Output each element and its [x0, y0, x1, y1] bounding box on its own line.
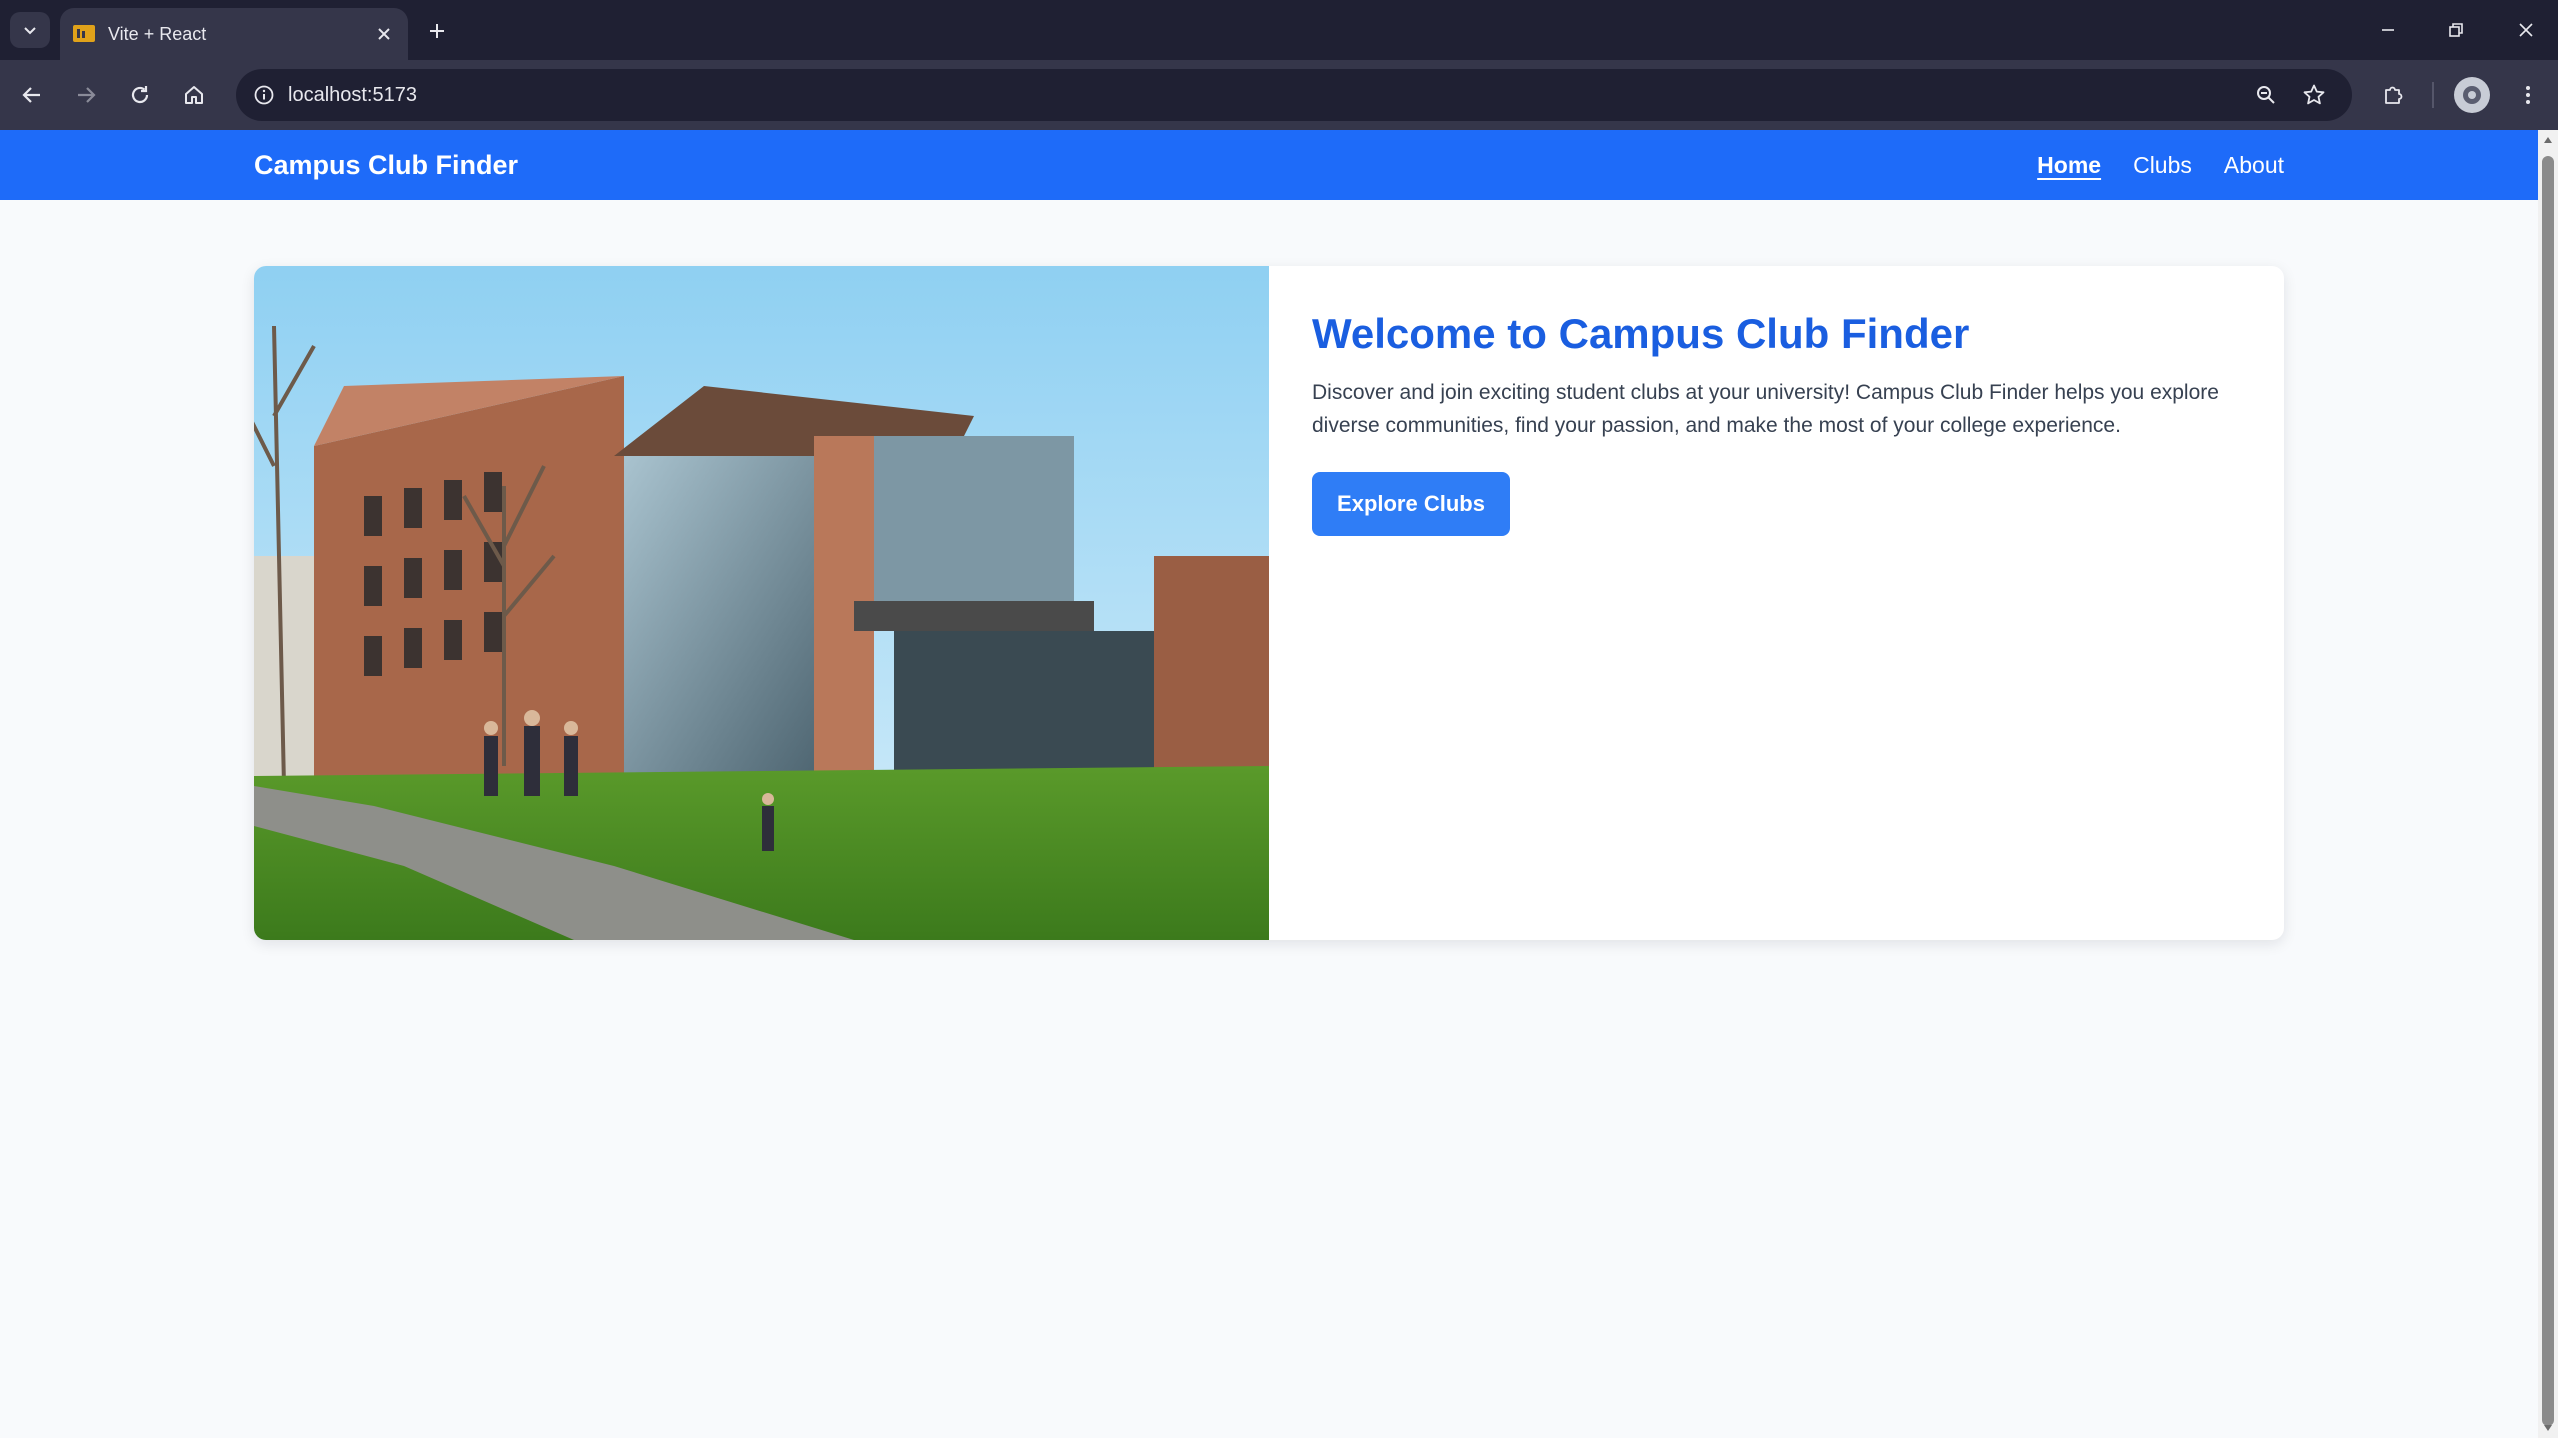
site-info-button[interactable] [244, 75, 284, 115]
scroll-down-arrow[interactable] [2542, 1422, 2554, 1434]
page-viewport: Campus Club Finder Home Clubs About Welc… [0, 130, 2538, 1438]
chevron-down-icon [24, 27, 36, 35]
kebab-menu-icon [2526, 86, 2530, 104]
browser-menu-button[interactable] [2508, 75, 2548, 115]
close-icon [2519, 23, 2533, 37]
reload-icon [131, 86, 149, 104]
nav-link-clubs[interactable]: Clubs [2133, 150, 2192, 180]
info-icon [254, 85, 274, 105]
nav-link-home[interactable]: Home [2037, 150, 2101, 180]
back-button[interactable] [12, 75, 52, 115]
minimize-icon [2382, 29, 2394, 31]
close-window-button[interactable] [2502, 12, 2550, 48]
address-bar[interactable]: localhost:5173 [236, 69, 2352, 121]
profile-icon [2463, 86, 2481, 104]
scroll-thumb[interactable] [2542, 156, 2554, 1426]
hero-content: Welcome to Campus Club Finder Discover a… [1312, 306, 2242, 536]
triangle-up-icon [2544, 137, 2552, 143]
folder-favicon-icon [73, 25, 95, 42]
url-text: localhost:5173 [288, 84, 417, 106]
toolbar-separator [2432, 82, 2434, 108]
bookmark-button[interactable] [2294, 75, 2334, 115]
extensions-button[interactable] [2374, 75, 2414, 115]
plus-icon [430, 24, 444, 38]
minimize-button[interactable] [2364, 12, 2412, 48]
puzzle-icon [2385, 86, 2403, 104]
brand-logo[interactable]: Campus Club Finder [254, 130, 518, 200]
browser-tab[interactable]: Vite + React [60, 8, 408, 60]
tab-search-button[interactable] [10, 12, 50, 48]
browser-tab-bar: Vite + React [0, 0, 2558, 60]
explore-clubs-button[interactable]: Explore Clubs [1312, 472, 1510, 536]
home-button[interactable] [174, 75, 214, 115]
scroll-up-arrow[interactable] [2542, 134, 2554, 146]
nav-link-about[interactable]: About [2224, 150, 2284, 180]
star-icon [2303, 84, 2325, 105]
campus-building-image [254, 266, 1269, 940]
restore-icon [2449, 23, 2463, 37]
tab-close-button[interactable] [370, 20, 398, 48]
forward-button[interactable] [66, 75, 106, 115]
restore-button[interactable] [2432, 12, 2480, 48]
reload-button[interactable] [120, 75, 160, 115]
close-icon [378, 28, 390, 40]
hero-card: Welcome to Campus Club Finder Discover a… [254, 266, 2284, 940]
hero-title: Welcome to Campus Club Finder [1312, 310, 1970, 357]
home-icon [185, 86, 203, 104]
hero-description: Discover and join exciting student clubs… [1312, 381, 2219, 437]
triangle-down-icon [2544, 1425, 2552, 1431]
zoom-icon [2257, 86, 2275, 104]
arrow-left-icon [22, 87, 40, 103]
nav-links: Home Clubs About [2037, 130, 2284, 200]
site-navbar: Campus Club Finder Home Clubs About [0, 130, 2538, 200]
profile-button[interactable] [2454, 77, 2490, 113]
new-tab-button[interactable] [420, 14, 454, 48]
zoom-button[interactable] [2246, 75, 2286, 115]
browser-toolbar: localhost:5173 [0, 60, 2558, 130]
page-scrollbar[interactable] [2538, 130, 2558, 1438]
tab-title: Vite + React [108, 24, 207, 44]
arrow-right-icon [78, 87, 96, 103]
